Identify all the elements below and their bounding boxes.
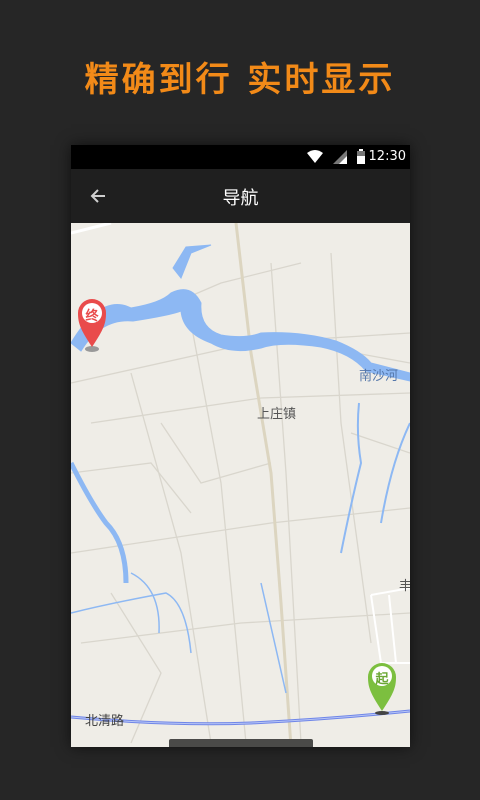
- map-label-river: 南沙河: [359, 369, 399, 384]
- start-marker-label: 起: [375, 672, 389, 687]
- map-label-edge: 丰: [399, 579, 410, 594]
- map-label-town: 上庄镇: [257, 407, 297, 422]
- status-time: 12:30: [368, 149, 406, 164]
- status-bar: 12:30: [71, 145, 410, 169]
- map-view[interactable]: 上庄镇 南沙河 北清路 丰 终 起 出发: [71, 223, 410, 747]
- start-navigation-button[interactable]: 出发: [169, 739, 313, 747]
- page-title: 导航: [222, 188, 259, 209]
- end-marker-label: 终: [85, 309, 99, 324]
- map-canvas: [71, 223, 410, 747]
- end-marker[interactable]: 终: [78, 299, 110, 352]
- promo-headline: 精确到行 实时显示: [84, 60, 396, 100]
- start-marker[interactable]: 起: [368, 661, 400, 715]
- title-bar: 导航: [71, 169, 410, 223]
- phone-screen: 12:30 导航 上庄镇 南沙河 北清路 丰 终 起: [71, 145, 410, 747]
- map-label-road: 北清路: [85, 714, 125, 729]
- wifi-icon: [307, 150, 323, 163]
- battery-icon: [357, 149, 365, 164]
- signal-icon: [333, 150, 347, 164]
